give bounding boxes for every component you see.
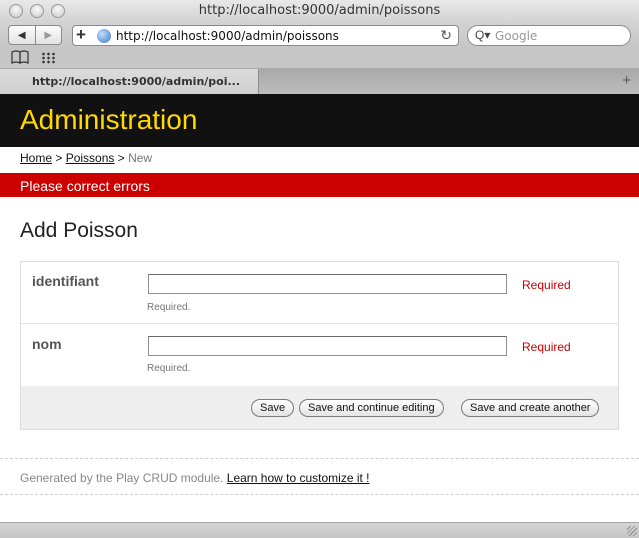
error-banner: Please correct errors: [0, 173, 639, 197]
identifiant-help: Required.: [147, 302, 191, 313]
breadcrumb-home-link[interactable]: Home: [20, 151, 52, 165]
url-text[interactable]: http://localhost:9000/admin/poissons: [116, 29, 339, 43]
nav-buttons: ◀ ▶: [8, 25, 62, 45]
identifiant-error: Required: [522, 278, 571, 292]
footer-divider: [0, 458, 639, 459]
footer: Generated by the Play CRUD module. Learn…: [20, 471, 370, 485]
crud-form: identifiant Required Required. nom Requi…: [20, 261, 619, 430]
customize-link[interactable]: Learn how to customize it !: [227, 471, 370, 485]
footer-text: Generated by the Play CRUD module.: [20, 471, 224, 485]
breadcrumb-current: New: [128, 151, 153, 165]
nom-label: nom: [32, 336, 62, 352]
tab-active[interactable]: http://localhost:9000/admin/poi...: [0, 69, 259, 94]
new-tab-icon[interactable]: +: [622, 72, 631, 89]
save-button[interactable]: Save: [251, 399, 295, 417]
reload-icon[interactable]: ↻: [440, 27, 452, 44]
nom-help: Required.: [147, 363, 191, 374]
window-titlebar: http://localhost:9000/admin/poissons: [0, 0, 639, 22]
bookmarks-book-icon[interactable]: [11, 50, 29, 67]
page-title: Add Poisson: [20, 219, 138, 242]
breadcrumb-separator: >: [52, 151, 66, 165]
breadcrumb-poissons-link[interactable]: Poissons: [66, 151, 115, 165]
bookmarks-bar: [0, 48, 639, 69]
address-bar[interactable]: + http://localhost:9000/admin/poissons ↻: [72, 25, 459, 46]
identifiant-label: identifiant: [32, 273, 99, 289]
identifiant-input[interactable]: [148, 274, 507, 294]
admin-header: Administration: [0, 94, 639, 147]
resize-grip-icon[interactable]: [627, 526, 637, 536]
breadcrumb-separator: >: [114, 151, 129, 165]
header-title: Administration: [20, 104, 198, 135]
save-and-continue-button[interactable]: Save and continue editing: [299, 399, 444, 417]
browser-statusbar: [0, 522, 639, 538]
error-message: Please correct errors: [20, 178, 150, 194]
globe-icon: [97, 29, 111, 43]
nom-input[interactable]: [148, 336, 507, 356]
form-actions: Save Save and continue editing Save and …: [21, 386, 618, 429]
book-icon: [11, 50, 29, 64]
search-bar[interactable]: Q▾ Google: [467, 25, 631, 46]
tab-label: http://localhost:9000/admin/poi...: [32, 75, 241, 88]
add-bookmark-icon[interactable]: +: [76, 25, 86, 45]
tab-bar: http://localhost:9000/admin/poi... +: [0, 69, 639, 94]
window-title: http://localhost:9000/admin/poissons: [198, 3, 441, 18]
breadcrumb: Home > Poissons > New: [20, 151, 152, 165]
forward-button[interactable]: ▶: [36, 26, 62, 44]
back-button[interactable]: ◀: [9, 26, 36, 44]
form-row-nom: nom Required Required.: [21, 324, 618, 386]
search-placeholder: Google: [495, 29, 538, 43]
search-icon[interactable]: Q▾: [475, 28, 490, 42]
top-sites-grid-icon[interactable]: [41, 52, 55, 64]
form-row-identifiant: identifiant Required Required.: [21, 262, 618, 324]
nom-error: Required: [522, 340, 571, 354]
save-and-create-another-button[interactable]: Save and create another: [461, 399, 600, 417]
footer-divider: [0, 494, 639, 495]
browser-toolbar: ◀ ▶ + http://localhost:9000/admin/poisso…: [0, 22, 639, 48]
